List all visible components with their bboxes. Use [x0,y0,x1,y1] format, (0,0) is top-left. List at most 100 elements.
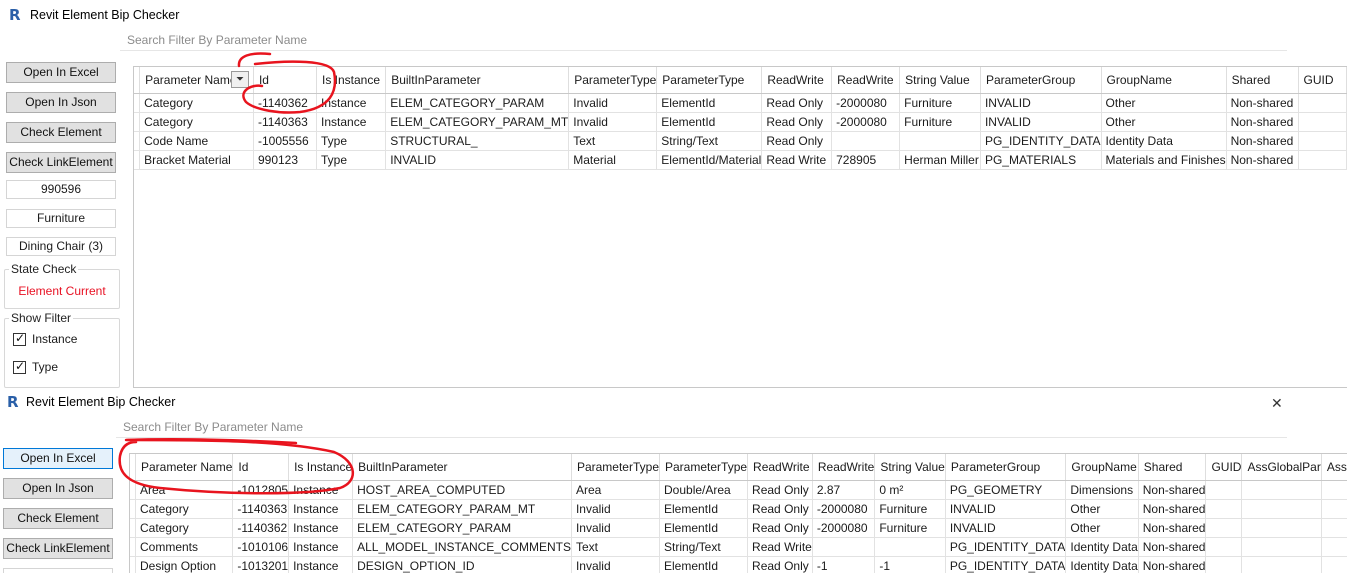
column-header-builtinparameter[interactable]: BuiltInParameter [385,67,570,94]
table-cell[interactable] [1321,480,1347,500]
table-cell[interactable]: Code Name [139,131,254,151]
table-cell[interactable]: Instance [288,537,354,557]
table-row[interactable]: Area -1012805 Instance HOST_AREA_COMPUTED Ar… [130,480,1347,500]
table-cell[interactable]: Non-shared [1138,518,1207,538]
table-cell[interactable]: INVALID [945,499,1067,519]
column-header-parametergroup[interactable]: ParameterGroup [945,454,1067,481]
table-cell[interactable]: Non-shared [1138,480,1207,500]
column-header-shared[interactable]: Shared [1138,454,1207,481]
open-in-excel-button[interactable]: Open In Excel [6,62,116,83]
column-header-ass[interactable]: Ass [1321,454,1347,481]
table-cell[interactable]: Read Write [761,150,833,170]
parameter-grid[interactable]: Parameter Name ⏷ Id Is Instance BuiltInPa… [133,66,1347,388]
table-cell[interactable] [1241,537,1322,557]
column-header-is-instance[interactable]: Is Instance [316,67,387,94]
table-row[interactable]: Code Name -1005556 Type STRUCTURAL_ Text Stri… [134,131,1347,151]
table-cell[interactable]: Instance [288,480,354,500]
table-cell[interactable]: -1140363 [253,112,318,132]
table-cell[interactable]: Design Option [135,556,234,573]
table-cell[interactable] [1298,112,1347,132]
column-header-groupname[interactable]: GroupName [1101,67,1227,94]
table-cell[interactable]: -1010106 [232,537,290,557]
table-cell[interactable]: -1 [812,556,876,573]
table-cell[interactable]: Furniture [899,93,981,113]
table-cell[interactable]: Other [1101,112,1227,132]
column-header-parametertype[interactable]: ParameterType [571,454,661,481]
table-cell[interactable]: Area [571,480,661,500]
table-cell[interactable]: ELEM_CATEGORY_PARAM [352,518,572,538]
table-cell[interactable]: Dimensions [1065,480,1139,500]
table-row[interactable]: Category -1140363 Instance ELEM_CATEGORY_PA… [134,112,1347,132]
table-cell[interactable]: Text [571,537,661,557]
table-cell[interactable]: Non-shared [1138,556,1207,573]
search-input[interactable] [120,29,1287,50]
table-cell[interactable]: ALL_MODEL_INSTANCE_COMMENTS [352,537,572,557]
column-header-parametertype[interactable]: ParameterType [568,67,658,94]
table-cell[interactable]: PG_IDENTITY_DATA [945,556,1067,573]
search-filter[interactable] [120,29,1287,51]
table-cell[interactable]: Text [568,131,658,151]
table-cell[interactable]: Other [1065,518,1139,538]
table-cell[interactable]: ELEM_CATEGORY_PARAM_MT [352,499,572,519]
table-cell[interactable]: -2000080 [831,93,901,113]
table-cell[interactable]: -1012805 [232,480,290,500]
table-cell[interactable] [1321,499,1347,519]
table-cell[interactable]: Other [1065,499,1139,519]
table-cell[interactable]: Non-shared [1226,150,1299,170]
parameter-grid[interactable]: Parameter Name Id Is Instance BuiltInPar… [129,453,1347,573]
column-header-groupname[interactable]: GroupName [1065,454,1139,481]
table-cell[interactable] [1241,518,1322,538]
table-cell[interactable]: Instance [288,518,354,538]
column-header-id[interactable]: Id [232,454,290,481]
column-header-string-value[interactable]: String Value [899,67,981,94]
table-cell[interactable]: ElementId [659,499,749,519]
table-cell[interactable]: 728905 [831,150,901,170]
table-cell[interactable]: Non-shared [1138,499,1207,519]
table-cell[interactable]: Read Only [747,518,813,538]
check-element-button[interactable]: Check Element [3,508,113,529]
table-row[interactable]: Category -1140362 Instance ELEM_CATEGORY_PA… [134,93,1347,113]
table-cell[interactable]: -1140362 [232,518,290,538]
table-row[interactable]: Comments -1010106 Instance ALL_MODEL_INSTAN… [130,537,1347,557]
table-cell[interactable]: Materials and Finishes [1101,150,1227,170]
table-cell[interactable] [1298,131,1347,151]
type-checkbox[interactable] [13,359,26,374]
table-cell[interactable] [1205,556,1243,573]
table-cell[interactable]: PG_GEOMETRY [945,480,1067,500]
table-cell[interactable]: Instance [288,556,354,573]
table-cell[interactable]: Read Only [747,480,813,500]
column-header-id[interactable]: Id [253,67,318,94]
column-header-readwrite[interactable]: ReadWrite [761,67,833,94]
table-cell[interactable]: INVALID [945,518,1067,538]
table-cell[interactable]: String/Text [659,537,749,557]
table-cell[interactable]: Identity Data [1065,556,1139,573]
column-header-readwrite-2[interactable]: ReadWrite [831,67,901,94]
table-cell[interactable] [1321,537,1347,557]
column-header-readwrite-2[interactable]: ReadWrite [812,454,876,481]
column-header-is-instance[interactable]: Is Instance [288,454,354,481]
table-cell[interactable]: DESIGN_OPTION_ID [352,556,572,573]
table-cell[interactable]: PG_MATERIALS [980,150,1102,170]
column-header-guid[interactable]: GUID [1205,454,1243,481]
table-cell[interactable]: ElementId/Material [656,150,763,170]
column-header-parameter-name[interactable]: Parameter Name ⏷ [139,67,254,94]
table-cell[interactable]: INVALID [980,93,1102,113]
table-row[interactable]: Design Option -1013201 Instance DESIGN_OPTI… [130,556,1347,573]
table-cell[interactable]: Identity Data [1065,537,1139,557]
table-cell[interactable]: Material [568,150,658,170]
column-header-readwrite[interactable]: ReadWrite [747,454,813,481]
table-cell[interactable]: 0 m² [874,480,946,500]
table-cell[interactable] [1321,518,1347,538]
table-cell[interactable] [1321,556,1347,573]
check-link-element-button[interactable]: Check LinkElement [6,152,116,173]
table-cell[interactable]: -1013201 [232,556,290,573]
table-cell[interactable] [1205,518,1243,538]
table-cell[interactable]: Read Only [747,556,813,573]
search-input[interactable] [116,416,1287,437]
open-in-json-button[interactable]: Open In Json [3,478,113,499]
table-cell[interactable]: Non-shared [1138,537,1207,557]
table-cell[interactable]: Instance [316,112,387,132]
table-cell[interactable]: Other [1101,93,1227,113]
close-icon[interactable]: ✕ [1271,396,1283,410]
table-cell[interactable]: ELEM_CATEGORY_PARAM_MT [385,112,570,132]
